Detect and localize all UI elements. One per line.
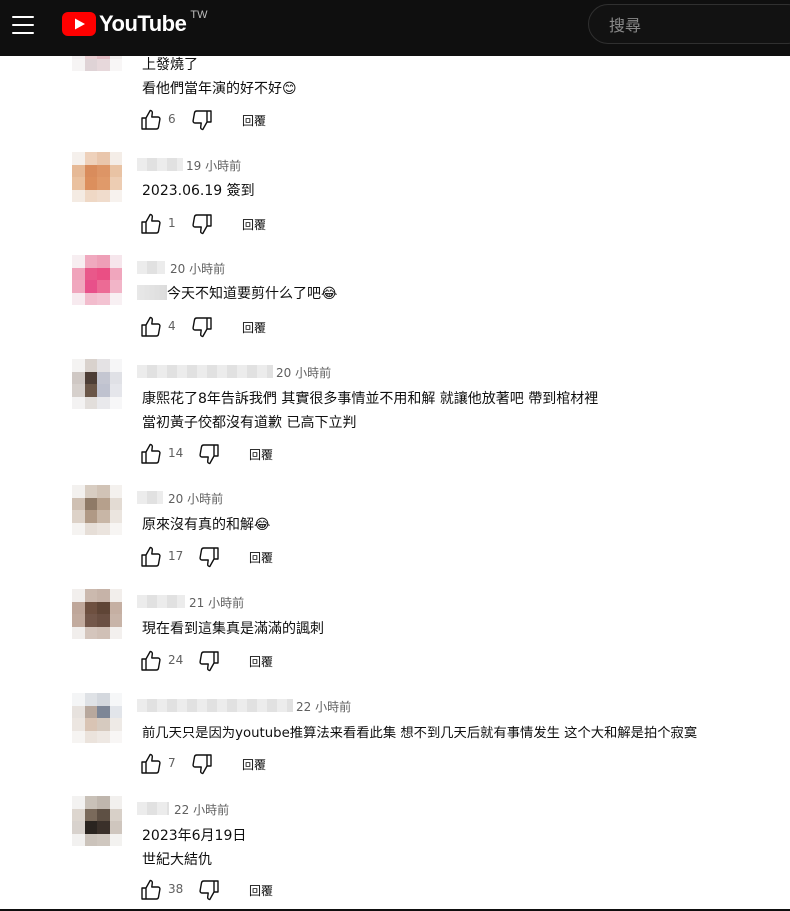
search-input[interactable]	[607, 13, 781, 37]
comment-text: 現在看到這集真是滿滿的諷刺	[142, 621, 324, 637]
region-code: TW	[190, 9, 208, 21]
like-icon[interactable]	[139, 752, 163, 776]
reply-button[interactable]: 回覆	[249, 549, 273, 566]
reply-button[interactable]: 回覆	[242, 112, 266, 129]
like-count: 4	[168, 319, 176, 333]
like-count: 1	[168, 216, 176, 230]
comment-actions: 6 回覆	[139, 108, 459, 132]
comment-timestamp[interactable]: 20 小時前	[168, 490, 223, 507]
comment-actions: 24 回覆	[139, 649, 459, 673]
reply-button[interactable]: 回覆	[249, 882, 273, 899]
mention-blur	[137, 285, 167, 300]
like-count: 14	[168, 446, 184, 460]
avatar[interactable]	[72, 589, 122, 639]
brand-name: YouTube	[99, 11, 187, 36]
comment-text: 看他們當年演的好不好😊	[142, 81, 297, 97]
comment-text: 前几天只是因为youtube推算法来看看此集 想不到几天后就有事情发生 这个大和…	[142, 726, 698, 741]
comment-actions: 38 回覆	[139, 878, 459, 902]
dislike-icon[interactable]	[190, 315, 214, 339]
comment-text: 上發燒了	[142, 57, 198, 73]
author-name[interactable]	[137, 158, 183, 171]
reply-button[interactable]: 回覆	[242, 216, 266, 233]
top-bar: YouTube TW	[0, 0, 790, 56]
avatar[interactable]	[72, 359, 122, 409]
like-icon[interactable]	[139, 649, 163, 673]
comment-text-body: 今天不知道要剪什么了吧😂	[167, 286, 338, 302]
comment-text: 2023年6月19日	[142, 828, 247, 844]
comment-text: 當初黃子佼都沒有道歉 已高下立判	[142, 415, 357, 431]
like-icon[interactable]	[139, 108, 163, 132]
author-name[interactable]	[137, 261, 165, 274]
dislike-icon[interactable]	[197, 442, 221, 466]
like-icon[interactable]	[139, 442, 163, 466]
comment-timestamp[interactable]: 22 小時前	[296, 698, 351, 715]
comment-actions: 1 回覆	[139, 212, 459, 236]
avatar[interactable]	[72, 485, 122, 535]
dislike-icon[interactable]	[197, 649, 221, 673]
comment-actions: 14 回覆	[139, 442, 459, 466]
avatar[interactable]	[72, 796, 122, 846]
comment-text: 世紀大結仇	[142, 852, 212, 868]
reply-button[interactable]: 回覆	[242, 319, 266, 336]
author-name[interactable]	[137, 365, 273, 378]
youtube-play-icon	[62, 12, 96, 36]
like-icon[interactable]	[139, 878, 163, 902]
author-name[interactable]	[137, 491, 163, 504]
comment-actions: 17 回覆	[139, 545, 459, 569]
reply-button[interactable]: 回覆	[242, 756, 266, 773]
comment-actions: 4 回覆	[139, 315, 459, 339]
avatar[interactable]	[72, 693, 122, 743]
like-count: 6	[168, 112, 176, 126]
comment-text: 今天不知道要剪什么了吧😂	[137, 283, 337, 303]
comment-timestamp[interactable]: 19 小時前	[186, 157, 241, 174]
author-name[interactable]	[137, 699, 293, 712]
like-count: 7	[168, 756, 176, 770]
comment-timestamp[interactable]: 21 小時前	[189, 594, 244, 611]
dislike-icon[interactable]	[197, 545, 221, 569]
like-icon[interactable]	[139, 315, 163, 339]
avatar[interactable]	[72, 255, 122, 305]
avatar[interactable]	[72, 152, 122, 202]
reply-button[interactable]: 回覆	[249, 653, 273, 670]
like-count: 17	[168, 549, 184, 563]
youtube-logo[interactable]: YouTube TW	[62, 9, 208, 38]
comment-text: 2023.06.19 簽到	[142, 183, 255, 199]
comment-text: 原來沒有真的和解😂	[142, 517, 271, 533]
like-count: 24	[168, 653, 184, 667]
comment-actions: 7 回覆	[139, 752, 459, 776]
like-count: 38	[168, 882, 184, 896]
like-icon[interactable]	[139, 212, 163, 236]
reply-button[interactable]: 回覆	[249, 446, 273, 463]
comment-timestamp[interactable]: 20 小時前	[276, 364, 331, 381]
dislike-icon[interactable]	[197, 878, 221, 902]
avatar[interactable]	[72, 56, 122, 76]
dislike-icon[interactable]	[190, 108, 214, 132]
author-name[interactable]	[137, 595, 185, 608]
dislike-icon[interactable]	[190, 752, 214, 776]
like-icon[interactable]	[139, 545, 163, 569]
comment-list: 上發燒了 看他們當年演的好不好😊 6 回覆 19 小時前 2023.06.19 …	[0, 56, 790, 911]
menu-icon[interactable]	[12, 16, 34, 34]
author-name[interactable]	[137, 802, 169, 815]
dislike-icon[interactable]	[190, 212, 214, 236]
comment-text: 康熙花了8年告訴我們 其實很多事情並不用和解 就讓他放著吧 帶到棺材裡	[142, 391, 599, 407]
search-box[interactable]	[588, 4, 790, 44]
comment-timestamp[interactable]: 20 小時前	[170, 260, 225, 277]
comment-timestamp[interactable]: 22 小時前	[174, 801, 229, 818]
